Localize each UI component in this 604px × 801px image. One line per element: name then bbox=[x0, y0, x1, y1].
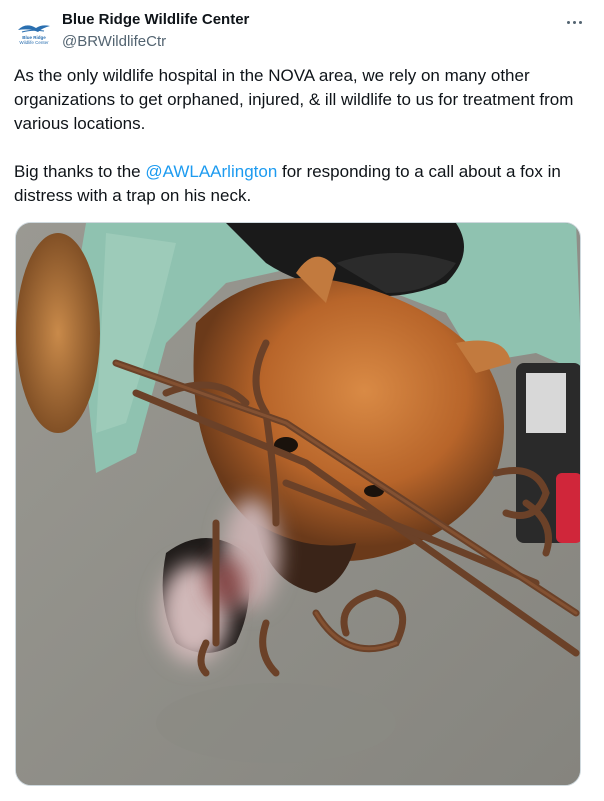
user-handle[interactable]: @BRWildlifeCtr bbox=[62, 32, 249, 52]
display-name[interactable]: Blue Ridge Wildlife Center bbox=[62, 10, 249, 30]
tweet-photo[interactable] bbox=[15, 222, 581, 786]
tweet-card: Blue Ridge Wildlife Center Blue Ridge Wi… bbox=[0, 0, 604, 801]
tweet-header: Blue Ridge Wildlife Center Blue Ridge Wi… bbox=[14, 10, 590, 54]
tweet-paragraph-2: Big thanks to the @AWLAArlington for res… bbox=[14, 160, 584, 208]
more-horizontal-icon bbox=[573, 21, 576, 24]
fox-with-trap-photo bbox=[16, 223, 580, 785]
author-names: Blue Ridge Wildlife Center @BRWildlifeCt… bbox=[62, 10, 249, 52]
tweet-paragraph-1: As the only wildlife hospital in the NOV… bbox=[14, 66, 574, 133]
tweet-text-segment: Big thanks to the bbox=[14, 162, 146, 181]
avatar-label: Wildlife Center bbox=[19, 40, 49, 45]
more-options-button[interactable] bbox=[560, 12, 590, 32]
more-horizontal-icon bbox=[579, 21, 582, 24]
more-horizontal-icon bbox=[567, 21, 570, 24]
tweet-text: As the only wildlife hospital in the NOV… bbox=[14, 64, 584, 208]
avatar[interactable]: Blue Ridge Wildlife Center bbox=[14, 18, 54, 48]
mention-link[interactable]: @AWLAArlington bbox=[145, 162, 277, 181]
bird-logo-icon: Blue Ridge Wildlife Center bbox=[18, 25, 50, 45]
